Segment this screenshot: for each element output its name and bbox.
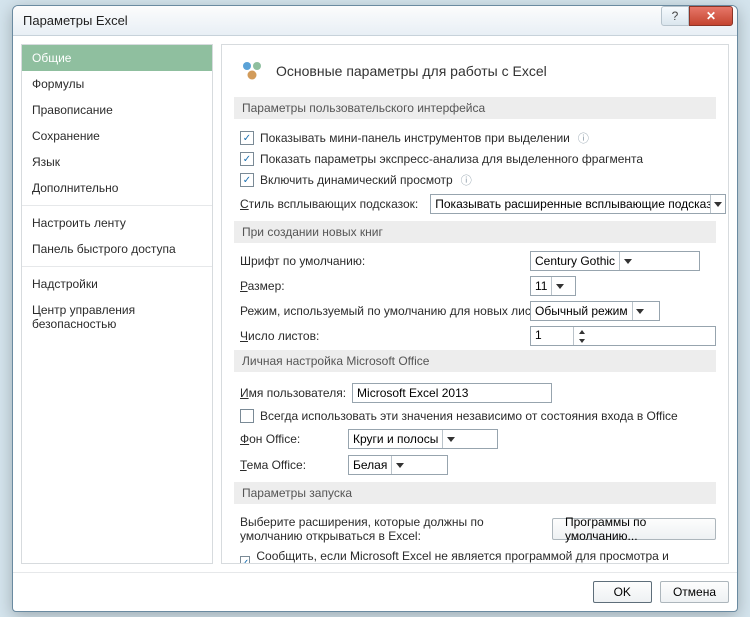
default-programs-button[interactable]: Программы по умолчанию...	[552, 518, 716, 540]
select-default-font[interactable]: Century Gothic	[530, 251, 700, 271]
window-title: Параметры Excel	[23, 13, 128, 28]
label-username: Имя пользователя:	[240, 386, 346, 400]
label-default-view: Режим, используемый по умолчанию для нов…	[240, 304, 530, 318]
sidebar-item-save[interactable]: Сохранение	[22, 123, 212, 149]
label-font-size: Размер:	[240, 279, 530, 293]
input-username[interactable]	[352, 383, 552, 403]
sidebar-item-trust-center[interactable]: Центр управления безопасностью	[22, 297, 212, 337]
section-newbook-title: При создании новых книг	[234, 221, 716, 243]
main-panel: Основные параметры для работы с Excel Па…	[221, 44, 729, 564]
checkbox-tell-default[interactable]	[240, 556, 250, 564]
select-font-size[interactable]: 11	[530, 276, 576, 296]
sidebar-item-formulas[interactable]: Формулы	[22, 71, 212, 97]
help-icon[interactable]: ?	[661, 6, 689, 26]
label-minibar: Показывать мини-панель инструментов при …	[260, 131, 570, 145]
checkbox-always-use-values[interactable]	[240, 409, 254, 423]
label-live-preview: Включить динамический просмотр	[260, 173, 453, 187]
help-icon[interactable]: ⓘ	[578, 130, 589, 146]
checkbox-minibar[interactable]	[240, 131, 254, 145]
checkbox-live-preview[interactable]	[240, 173, 254, 187]
label-office-bg: Фон Office:	[240, 432, 342, 446]
chevron-down-icon	[619, 252, 635, 270]
sidebar-item-addins[interactable]: Надстройки	[22, 271, 212, 297]
close-icon[interactable]: ✕	[689, 6, 733, 26]
chevron-up-icon[interactable]	[574, 327, 589, 336]
chevron-down-icon	[442, 430, 458, 448]
chevron-down-icon	[391, 456, 407, 474]
section-personal-title: Личная настройка Microsoft Office	[234, 350, 716, 372]
label-default-font: Шрифт по умолчанию:	[240, 254, 530, 268]
checkbox-quick-analysis[interactable]	[240, 152, 254, 166]
section-ui-title: Параметры пользовательского интерфейса	[234, 97, 716, 119]
chevron-down-icon	[551, 277, 567, 295]
select-tooltip-style[interactable]: Показывать расширенные всплывающие подск…	[430, 194, 726, 214]
page-title: Основные параметры для работы с Excel	[276, 63, 547, 79]
dialog-footer: OK Отмена	[13, 572, 737, 611]
sidebar-item-language[interactable]: Язык	[22, 149, 212, 175]
general-options-icon	[238, 57, 266, 85]
ok-button[interactable]: OK	[593, 581, 652, 603]
category-sidebar: Общие Формулы Правописание Сохранение Яз…	[21, 44, 213, 564]
label-quick-analysis: Показать параметры экспресс-анализа для …	[260, 152, 643, 166]
label-sheet-count: Число листов:	[240, 329, 530, 343]
options-dialog: Параметры Excel ? ✕ Общие Формулы Правоп…	[12, 5, 738, 612]
label-always-use-values: Всегда использовать эти значения независ…	[260, 409, 678, 423]
chevron-down-icon	[710, 195, 725, 213]
label-tooltip-style: Стиль всплывающих подсказок:	[240, 197, 418, 211]
sidebar-item-general[interactable]: Общие	[22, 45, 212, 71]
sidebar-item-customize-ribbon[interactable]: Настроить ленту	[22, 210, 212, 236]
cancel-button[interactable]: Отмена	[660, 581, 729, 603]
sidebar-item-proofing[interactable]: Правописание	[22, 97, 212, 123]
help-icon[interactable]: ⓘ	[461, 172, 472, 188]
spinner-sheet-count[interactable]: 1	[530, 326, 716, 346]
label-office-theme: Тема Office:	[240, 458, 342, 472]
label-default-ext: Выберите расширения, которые должны по у…	[240, 515, 540, 543]
chevron-down-icon	[632, 302, 648, 320]
select-office-bg[interactable]: Круги и полосы	[348, 429, 498, 449]
titlebar: Параметры Excel ? ✕	[13, 6, 737, 36]
chevron-down-icon[interactable]	[574, 336, 589, 345]
section-startup-title: Параметры запуска	[234, 482, 716, 504]
sidebar-item-qat[interactable]: Панель быстрого доступа	[22, 236, 212, 262]
select-default-view[interactable]: Обычный режим	[530, 301, 660, 321]
select-office-theme[interactable]: Белая	[348, 455, 448, 475]
sidebar-item-advanced[interactable]: Дополнительно	[22, 175, 212, 201]
label-tell-default: Сообщить, если Microsoft Excel не являет…	[256, 549, 716, 564]
